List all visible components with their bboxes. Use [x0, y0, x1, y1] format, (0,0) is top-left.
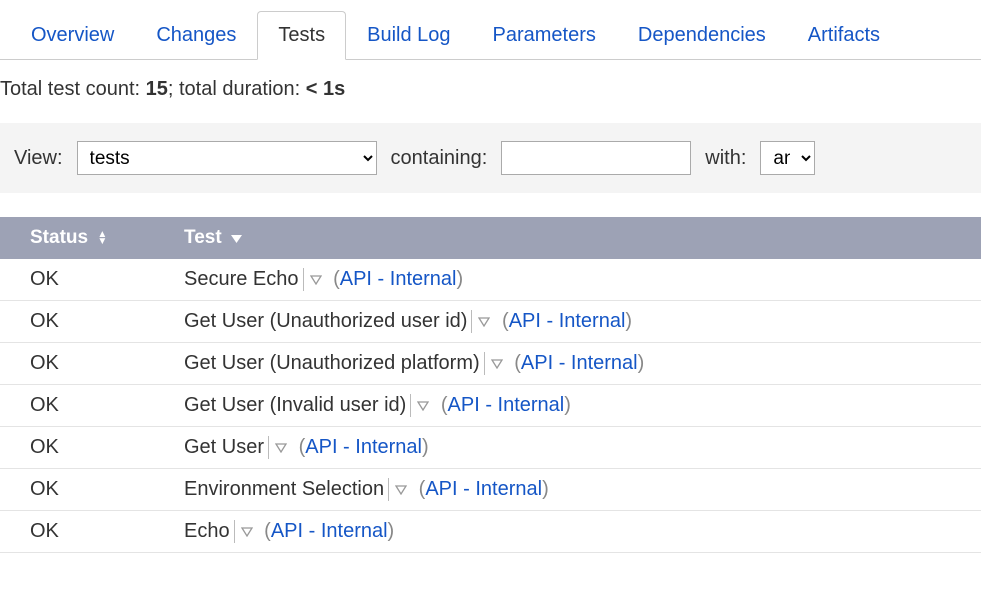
status-cell: OK: [0, 343, 170, 385]
tab-dependencies[interactable]: Dependencies: [617, 11, 787, 60]
row-dropdown-icon[interactable]: [388, 478, 407, 501]
sort-both-icon: ▲▼: [97, 231, 107, 245]
status-cell: OK: [0, 469, 170, 511]
test-name-link[interactable]: Secure Echo: [184, 268, 299, 290]
test-name-link[interactable]: Get User: [184, 436, 264, 458]
suite-wrap: (API - Internal): [419, 478, 549, 500]
column-header-test-label: Test: [184, 227, 222, 248]
table-row: OKGet User (Invalid user id) (API - Inte…: [0, 385, 981, 427]
table-row: OKGet User (API - Internal): [0, 427, 981, 469]
containing-label: containing:: [391, 147, 488, 170]
column-header-status-label: Status: [30, 227, 88, 248]
containing-input[interactable]: [501, 141, 691, 175]
test-cell: Secure Echo (API - Internal): [170, 259, 981, 301]
suite-wrap: (API - Internal): [441, 394, 571, 416]
status-cell: OK: [0, 301, 170, 343]
suite-wrap: (API - Internal): [514, 352, 644, 374]
view-label: View:: [14, 147, 63, 170]
tab-parameters[interactable]: Parameters: [472, 11, 617, 60]
summary-duration: < 1s: [306, 78, 345, 100]
status-cell: OK: [0, 259, 170, 301]
tab-changes[interactable]: Changes: [135, 11, 257, 60]
summary-count: 15: [146, 78, 168, 100]
suite-link[interactable]: API - Internal: [305, 436, 422, 458]
table-row: OKGet User (Unauthorized platform) (API …: [0, 343, 981, 385]
test-summary: Total test count: 15; total duration: < …: [0, 60, 981, 123]
test-cell: Get User (Unauthorized platform) (API - …: [170, 343, 981, 385]
suite-wrap: (API - Internal): [502, 310, 632, 332]
test-name-link[interactable]: Get User (Unauthorized user id): [184, 310, 467, 332]
status-cell: OK: [0, 385, 170, 427]
suite-link[interactable]: API - Internal: [340, 268, 457, 290]
suite-wrap: (API - Internal): [333, 268, 463, 290]
row-dropdown-icon[interactable]: [471, 310, 490, 333]
row-dropdown-icon[interactable]: [484, 352, 503, 375]
tab-build-log[interactable]: Build Log: [346, 11, 471, 60]
row-dropdown-icon[interactable]: [234, 520, 253, 543]
row-dropdown-icon[interactable]: [410, 394, 429, 417]
test-name-link[interactable]: Echo: [184, 520, 230, 542]
with-select[interactable]: any: [760, 141, 815, 175]
summary-duration-label: ; total duration:: [168, 78, 306, 100]
view-select[interactable]: tests: [77, 141, 377, 175]
table-row: OKGet User (Unauthorized user id) (API -…: [0, 301, 981, 343]
filter-bar: View: tests containing: with: any: [0, 123, 981, 193]
suite-link[interactable]: API - Internal: [521, 352, 638, 374]
tests-table: Status ▲▼ Test OKSecure Echo (API - Inte…: [0, 217, 981, 553]
summary-count-label: Total test count:: [0, 78, 146, 100]
suite-link[interactable]: API - Internal: [271, 520, 388, 542]
row-dropdown-icon[interactable]: [268, 436, 287, 459]
suite-link[interactable]: API - Internal: [448, 394, 565, 416]
suite-wrap: (API - Internal): [299, 436, 429, 458]
tab-bar: OverviewChangesTestsBuild LogParametersD…: [0, 10, 981, 60]
suite-wrap: (API - Internal): [264, 520, 394, 542]
test-cell: Environment Selection (API - Internal): [170, 469, 981, 511]
status-cell: OK: [0, 427, 170, 469]
test-cell: Get User (API - Internal): [170, 427, 981, 469]
row-dropdown-icon[interactable]: [303, 268, 322, 291]
suite-link[interactable]: API - Internal: [509, 310, 626, 332]
test-cell: Get User (Unauthorized user id) (API - I…: [170, 301, 981, 343]
table-row: OKEnvironment Selection (API - Internal): [0, 469, 981, 511]
column-header-test[interactable]: Test: [170, 217, 981, 259]
test-cell: Get User (Invalid user id) (API - Intern…: [170, 385, 981, 427]
sort-desc-icon: [231, 227, 242, 248]
tab-artifacts[interactable]: Artifacts: [787, 11, 901, 60]
table-row: OKEcho (API - Internal): [0, 511, 981, 553]
test-cell: Echo (API - Internal): [170, 511, 981, 553]
column-header-status[interactable]: Status ▲▼: [0, 217, 170, 259]
test-name-link[interactable]: Get User (Unauthorized platform): [184, 352, 480, 374]
test-name-link[interactable]: Environment Selection: [184, 478, 384, 500]
with-label: with:: [705, 147, 746, 170]
suite-link[interactable]: API - Internal: [425, 478, 542, 500]
tab-tests[interactable]: Tests: [257, 11, 346, 60]
status-cell: OK: [0, 511, 170, 553]
tab-overview[interactable]: Overview: [10, 11, 135, 60]
table-row: OKSecure Echo (API - Internal): [0, 259, 981, 301]
test-name-link[interactable]: Get User (Invalid user id): [184, 394, 406, 416]
